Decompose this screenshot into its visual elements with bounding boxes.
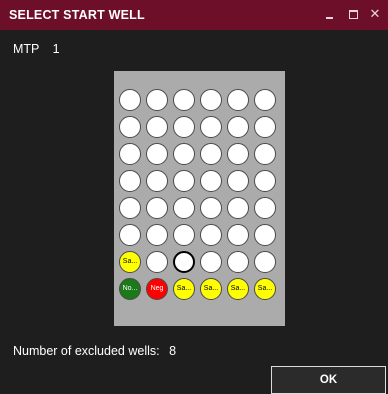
- maximize-icon: [349, 10, 358, 19]
- well-r2-c1[interactable]: [119, 116, 141, 138]
- well-r6-c4[interactable]: [200, 224, 222, 246]
- well-r6-c3[interactable]: [173, 224, 195, 246]
- well-r5-c6[interactable]: [254, 197, 276, 219]
- well-r4-c1[interactable]: [119, 170, 141, 192]
- well-r6-c6[interactable]: [254, 224, 276, 246]
- well-r6-c1[interactable]: [119, 224, 141, 246]
- well-r8-c6[interactable]: Sa...: [254, 278, 276, 300]
- well-r1-c5[interactable]: [227, 89, 249, 111]
- well-r1-c2[interactable]: [146, 89, 168, 111]
- mtp-info: MTP 1: [13, 42, 60, 56]
- well-r5-c1[interactable]: [119, 197, 141, 219]
- well-r4-c3[interactable]: [173, 170, 195, 192]
- excluded-wells-count: 8: [169, 344, 177, 358]
- well-r2-c6[interactable]: [254, 116, 276, 138]
- well-r1-c3[interactable]: [173, 89, 195, 111]
- well-r7-c4[interactable]: [200, 251, 222, 273]
- maximize-button[interactable]: [346, 7, 360, 21]
- excluded-wells-info: Number of excluded wells: 8: [13, 344, 176, 358]
- mtp-value: 1: [52, 42, 60, 56]
- close-button[interactable]: ✕: [368, 7, 382, 21]
- well-r6-c2[interactable]: [146, 224, 168, 246]
- well-grid: Sa... No... Neg Sa... Sa... Sa... Sa...: [119, 89, 276, 300]
- well-r7-c5[interactable]: [227, 251, 249, 273]
- well-r8-c4[interactable]: Sa...: [200, 278, 222, 300]
- well-r5-c3[interactable]: [173, 197, 195, 219]
- well-r3-c2[interactable]: [146, 143, 168, 165]
- well-r8-c5[interactable]: Sa...: [227, 278, 249, 300]
- well-r1-c4[interactable]: [200, 89, 222, 111]
- window-title: SELECT START WELL: [9, 8, 145, 22]
- title-bar: SELECT START WELL ✕: [0, 0, 388, 30]
- well-r5-c4[interactable]: [200, 197, 222, 219]
- well-r1-c6[interactable]: [254, 89, 276, 111]
- well-r3-c3[interactable]: [173, 143, 195, 165]
- well-r4-c6[interactable]: [254, 170, 276, 192]
- minimize-icon: [326, 17, 333, 19]
- well-r3-c5[interactable]: [227, 143, 249, 165]
- excluded-wells-label: Number of excluded wells:: [13, 344, 160, 358]
- well-r2-c3[interactable]: [173, 116, 195, 138]
- well-r8-c2[interactable]: Neg: [146, 278, 168, 300]
- well-r2-c4[interactable]: [200, 116, 222, 138]
- well-r4-c2[interactable]: [146, 170, 168, 192]
- well-r2-c2[interactable]: [146, 116, 168, 138]
- close-icon: ✕: [369, 6, 381, 21]
- well-r1-c1[interactable]: [119, 89, 141, 111]
- well-r8-c1[interactable]: No...: [119, 278, 141, 300]
- well-r5-c5[interactable]: [227, 197, 249, 219]
- well-r7-c2[interactable]: [146, 251, 168, 273]
- well-r6-c5[interactable]: [227, 224, 249, 246]
- well-r7-c3[interactable]: [173, 251, 195, 273]
- well-r3-c1[interactable]: [119, 143, 141, 165]
- well-r3-c6[interactable]: [254, 143, 276, 165]
- well-r5-c2[interactable]: [146, 197, 168, 219]
- ok-button[interactable]: OK: [271, 366, 386, 394]
- well-r2-c5[interactable]: [227, 116, 249, 138]
- well-r7-c6[interactable]: [254, 251, 276, 273]
- well-r4-c5[interactable]: [227, 170, 249, 192]
- well-r7-c1[interactable]: Sa...: [119, 251, 141, 273]
- well-r8-c3[interactable]: Sa...: [173, 278, 195, 300]
- microtiter-plate: Sa... No... Neg Sa... Sa... Sa... Sa...: [114, 71, 285, 326]
- mtp-label: MTP: [13, 42, 40, 56]
- well-r3-c4[interactable]: [200, 143, 222, 165]
- minimize-button[interactable]: [323, 7, 337, 21]
- well-r4-c4[interactable]: [200, 170, 222, 192]
